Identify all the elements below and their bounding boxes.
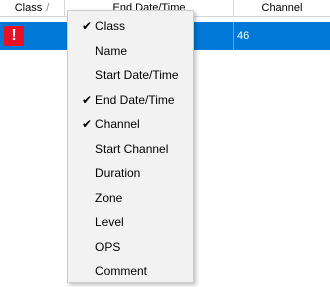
column-chooser-menu: ✔ Class Name Start Date/Time ✔ End Date/… [67,10,194,283]
menu-item-label: Start Channel [95,141,169,156]
menu-item-label: Channel [95,117,140,131]
menu-item-label: Class [95,19,126,33]
menu-item-start-date-time[interactable]: Start Date/Time [68,63,193,88]
checkmark-icon: ✔ [81,19,93,33]
menu-item-label: End Date/Time [95,92,175,107]
menu-item-ops[interactable]: OPS [68,235,193,260]
menu-item-label: OPS [95,239,121,254]
column-header-class[interactable]: Class / [0,0,65,16]
sort-indicator-icon: / [46,2,50,14]
menu-item-zone[interactable]: Zone [68,186,193,211]
checkmark-icon: ✔ [81,117,93,131]
menu-item-end-date-time[interactable]: ✔ End Date/Time [68,88,193,113]
menu-item-label: Name [95,43,128,58]
menu-item-duration[interactable]: Duration [68,161,193,186]
menu-item-level[interactable]: Level [68,210,193,235]
cell-channel: 46 [237,30,250,42]
menu-item-label: Comment [95,264,148,278]
cell-class: ! [0,22,65,50]
column-header-channel[interactable]: Channel [234,0,330,16]
menu-item-label: Duration [95,166,141,180]
column-header-class-label: Class [14,2,43,14]
menu-item-start-channel[interactable]: Start Channel [68,137,193,162]
menu-item-name[interactable]: Name [68,39,193,64]
menu-item-class[interactable]: ✔ Class [68,14,193,39]
menu-item-channel[interactable]: ✔ Channel [68,112,193,137]
column-header-channel-label: Channel [261,2,303,14]
checkmark-icon: ✔ [81,92,93,107]
menu-item-label: Zone [95,190,123,205]
exclamation-icon: ! [4,26,24,46]
cell-divider [233,22,234,50]
menu-item-comment[interactable]: Comment [68,259,193,284]
menu-item-label: Level [95,215,124,229]
menu-item-label: Start Date/Time [95,68,179,82]
